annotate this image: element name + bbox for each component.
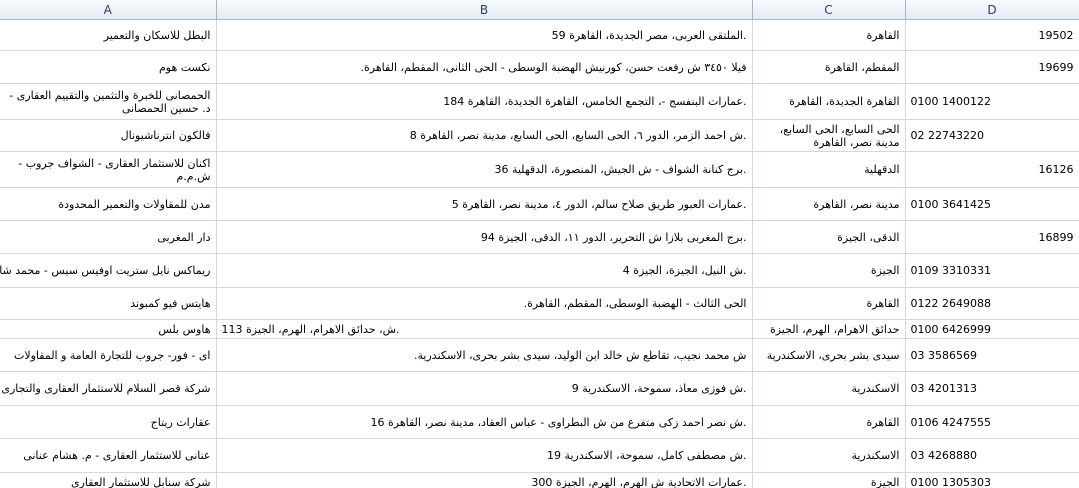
column-header-a[interactable]: A (0, 0, 217, 20)
hotline-number: 16126 (1038, 163, 1074, 176)
cell-company-name[interactable]: فالكون انترناشيونال (0, 119, 217, 152)
cell-address[interactable]: .ش، حدائق الاهرام، الهرم، الجيزة 113 (216, 319, 753, 339)
phone-number: 0109 3310331 (910, 264, 991, 277)
cell-phone[interactable]: 0100 1305303 (905, 472, 1079, 488)
cell-phone[interactable]: 03 4201313 (905, 371, 1079, 406)
cell-address[interactable]: .ش احمد الزمر، الدور ٦، الحى السابع، الح… (216, 119, 753, 152)
cell-city[interactable]: مدينة نصر، القاهرة (752, 187, 906, 221)
phone-number: 03 4201313 (910, 382, 977, 395)
cell-phone[interactable]: 0106 4247555 (905, 405, 1079, 439)
cell-phone[interactable]: 19502 (905, 19, 1079, 51)
column-header-c[interactable]: C (752, 0, 906, 20)
cell-address[interactable]: .عمارات الاتحادية ش الهرم، الهرم، الجيزة… (216, 472, 753, 488)
cell-city[interactable]: الاسكندرية (752, 438, 906, 473)
cell-phone[interactable]: 19699 (905, 50, 1079, 84)
cell-company-name[interactable]: البطل للاسكان والتعمير (0, 19, 217, 51)
cell-address[interactable]: .ش مصطفى كامل، سموحة، الاسكندرية 19 (216, 438, 753, 473)
cell-city[interactable]: الدقهلية (752, 151, 906, 188)
cell-address[interactable]: .عمارات العبور طريق صلاح سالم، الدور ٤، … (216, 187, 753, 221)
table-row: ريماكس نايل ستريت اوفيس سيس - محمد شافعى… (0, 253, 1079, 288)
cell-city[interactable]: المقطم، القاهرة (752, 50, 906, 84)
table-row: نكست هوم فيلا ٣٤٥٠ ش رفعت حسن، كورنيش اله… (0, 50, 1079, 84)
cell-company-name[interactable]: ريماكس نايل ستريت اوفيس سيس - محمد شافعى (0, 253, 217, 288)
cell-company-name[interactable]: دار المغربى (0, 220, 217, 254)
cell-company-name[interactable]: هايتس فيو كمبوند (0, 287, 217, 320)
data-grid: A B C D البطل للاسكان والتعمير .الملتقى ا… (0, 0, 1079, 488)
cell-address[interactable]: .برج كنانة الشواف - ش الجيش، المنصورة، ا… (216, 151, 753, 188)
cell-address[interactable]: .برج المغربى بلازا ش التحرير، الدور ١١، … (216, 220, 753, 254)
cell-address[interactable]: ش محمد نجيب، تقاطع ش خالد ابن الوليد، سي… (216, 338, 753, 372)
table-row: اى - فور- جروب للتجارة العامة و المقاولا… (0, 338, 1079, 372)
cell-city[interactable]: الحى السابع، الحى السابع، مدينة نصر، الق… (752, 119, 906, 152)
spreadsheet: A B C D البطل للاسكان والتعمير .الملتقى ا… (0, 0, 1079, 488)
table-row: الحمصانى للخبرة والتثمين والتقييم العقار… (0, 83, 1079, 120)
cell-address[interactable]: .ش النيل، الجيزة، الجيزة 4 (216, 253, 753, 288)
cell-city[interactable]: القاهرة (752, 287, 906, 320)
cell-address[interactable]: .الملتقى العربى، مصر الجديدة، القاهرة 59 (216, 19, 753, 51)
column-header-row: A B C D (0, 0, 1079, 20)
hotline-number: 19502 (1038, 28, 1074, 42)
cell-company-name[interactable]: هاوس بلس (0, 319, 217, 339)
cell-company-name[interactable]: اكنان للاستثمار العقارى - الشواف جروب - … (0, 151, 217, 188)
cell-city[interactable]: القاهرة (752, 19, 906, 51)
cell-phone[interactable]: 03 4268880 (905, 438, 1079, 473)
table-row: هايتس فيو كمبوند الحى الثالث - الهضبة الو… (0, 287, 1079, 320)
cell-city[interactable]: الدقى، الجيزة (752, 220, 906, 254)
column-header-d[interactable]: D (905, 0, 1079, 20)
hotline-number: 16899 (1038, 230, 1074, 244)
cell-city[interactable]: القاهرة الجديدة، القاهرة (752, 83, 906, 120)
table-row: مدن للمقاولات والتعمير المحدودة .عمارات ا… (0, 187, 1079, 221)
table-row: هاوس بلس .ش، حدائق الاهرام، الهرم، الجيزة… (0, 319, 1079, 339)
phone-number: 03 3586569 (910, 348, 977, 362)
phone-number: 0122 2649088 (910, 297, 991, 310)
cell-city[interactable]: الاسكندرية (752, 371, 906, 406)
phone-number: 02 22743220 (910, 129, 984, 142)
table-row: شركة قصر السلام للاستثمار العقارى والتجا… (0, 371, 1079, 406)
table-row: شركة سنابل للاستثمار العقارى .عمارات الات… (0, 472, 1079, 488)
cell-phone[interactable]: 0100 1400122 (905, 83, 1079, 120)
phone-number: 0100 6426999 (910, 322, 991, 336)
cell-city[interactable]: حدائق الاهرام، الهرم، الجيزة (752, 319, 906, 339)
table-row: البطل للاسكان والتعمير .الملتقى العربى، م… (0, 19, 1079, 51)
hotline-number: 19699 (1038, 60, 1074, 74)
table-row: عقارات ريتاج .ش نصر احمد زكى متفرع من ش ا… (0, 405, 1079, 439)
cell-company-name[interactable]: الحمصانى للخبرة والتثمين والتقييم العقار… (0, 83, 217, 120)
cell-company-name[interactable]: شركة سنابل للاستثمار العقارى (0, 472, 217, 488)
cell-company-name[interactable]: اى - فور- جروب للتجارة العامة و المقاولا… (0, 338, 217, 372)
phone-number: 0100 1400122 (910, 95, 991, 108)
cell-address[interactable]: فيلا ٣٤٥٠ ش رفعت حسن، كورنيش الهضبة الوس… (216, 50, 753, 84)
cell-address[interactable]: .عمارات البنفسج -، التجمع الخامس، القاهر… (216, 83, 753, 120)
cell-phone[interactable]: 03 3586569 (905, 338, 1079, 372)
cell-city[interactable]: الجيزة (752, 472, 906, 488)
cell-company-name[interactable]: مدن للمقاولات والتعمير المحدودة (0, 187, 217, 221)
cell-phone[interactable]: 0100 6426999 (905, 319, 1079, 339)
column-header-b[interactable]: B (216, 0, 753, 20)
cell-address[interactable]: الحى الثالث - الهضبة الوسطى، المقطم، الق… (216, 287, 753, 320)
cell-company-name[interactable]: عقارات ريتاج (0, 405, 217, 439)
cell-city[interactable]: الجيزة (752, 253, 906, 288)
cell-phone[interactable]: 0122 2649088 (905, 287, 1079, 320)
cell-city[interactable]: القاهرة (752, 405, 906, 439)
cell-address[interactable]: .ش فوزى معاذ، سموحة، الاسكندرية 9 (216, 371, 753, 406)
table-row: عنانى للاستثمار العقارى - م. هشام عنانى.… (0, 438, 1079, 473)
phone-number: 03 4268880 (910, 449, 977, 462)
phone-number: 0100 1305303 (910, 475, 991, 488)
cell-phone[interactable]: 0109 3310331 (905, 253, 1079, 288)
cell-phone[interactable]: 16126 (905, 151, 1079, 188)
phone-number: 0100 3641425 (910, 197, 991, 211)
cell-company-name[interactable]: شركة قصر السلام للاستثمار العقارى والتجا… (0, 371, 217, 406)
cell-city[interactable]: سيدى بشر بحرى، الاسكندرية (752, 338, 906, 372)
table-row: اكنان للاستثمار العقارى - الشواف جروب - … (0, 151, 1079, 188)
table-row: دار المغربى .برج المغربى بلازا ش التحرير،… (0, 220, 1079, 254)
grid-body: البطل للاسكان والتعمير .الملتقى العربى، م… (0, 19, 1079, 488)
phone-number: 0106 4247555 (910, 415, 991, 429)
cell-company-name[interactable]: عنانى للاستثمار العقارى - م. هشام عنانى (0, 438, 217, 473)
cell-phone[interactable]: 02 22743220 (905, 119, 1079, 152)
table-row: فالكون انترناشيونال .ش احمد الزمر، الدور … (0, 119, 1079, 152)
cell-address[interactable]: .ش نصر احمد زكى متفرع من ش البطراوى - عب… (216, 405, 753, 439)
cell-phone[interactable]: 0100 3641425 (905, 187, 1079, 221)
cell-company-name[interactable]: نكست هوم (0, 50, 217, 84)
cell-phone[interactable]: 16899 (905, 220, 1079, 254)
